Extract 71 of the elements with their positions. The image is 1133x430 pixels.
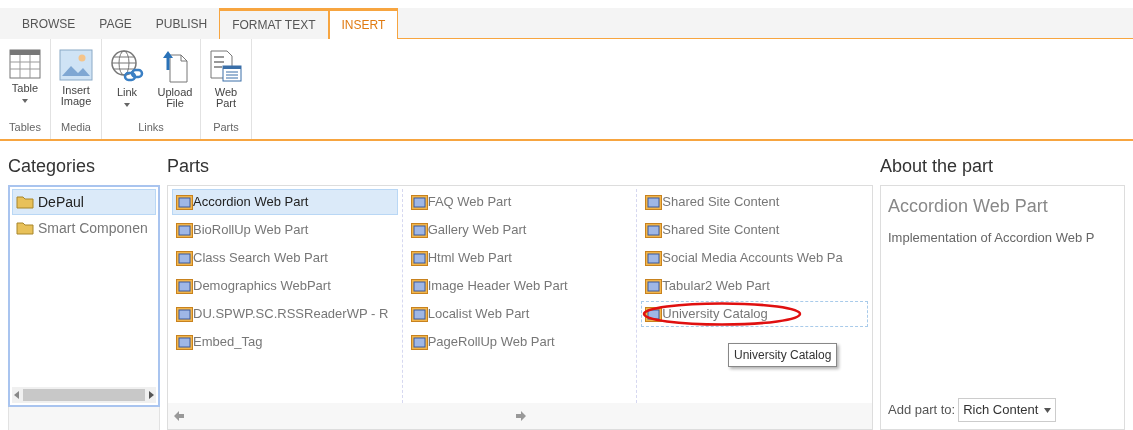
part-item[interactable]: BioRollUp Web Part: [172, 217, 398, 243]
web-part-icon: [410, 250, 428, 266]
web-part-icon: [176, 222, 193, 238]
part-item[interactable]: Shared Site Content: [641, 217, 868, 243]
web-part-icon: [410, 222, 428, 238]
dropdown-caret-icon: [22, 99, 28, 103]
part-item[interactable]: Demographics WebPart: [172, 273, 398, 299]
ribbon-button[interactable]: Table: [6, 49, 44, 119]
web-part-icon: [645, 250, 663, 266]
part-item[interactable]: PageRollUp Web Part: [406, 329, 633, 355]
part-item[interactable]: Accordion Web Part: [172, 189, 398, 215]
part-item[interactable]: Social Media Accounts Web Pa: [641, 245, 868, 271]
categories-heading: Categories: [8, 155, 97, 178]
web-part-icon: [410, 194, 428, 210]
ribbon-tab[interactable]: PUBLISH: [143, 8, 220, 39]
web-part-icon: [209, 49, 243, 83]
web-part-icon: [410, 334, 428, 350]
table-icon: [9, 49, 41, 79]
web-part-icon: [176, 194, 193, 210]
part-item[interactable]: Tabular2 Web Part: [641, 273, 868, 299]
ribbon-tab[interactable]: PAGE: [87, 8, 144, 39]
tooltip: University Catalog: [728, 343, 838, 367]
web-part-icon: [176, 334, 193, 350]
ribbon-button[interactable]: Upload File: [156, 49, 194, 119]
part-item[interactable]: DU.SPWP.SC.RSSReaderWP - R: [172, 301, 398, 327]
part-item[interactable]: FAQ Web Part: [406, 189, 633, 215]
upload-file-icon: [161, 49, 189, 83]
web-part-icon: [176, 278, 193, 294]
folder-icon: [16, 221, 34, 235]
category-item[interactable]: Smart Componen: [12, 215, 156, 241]
part-item[interactable]: Shared Site Content: [641, 189, 868, 215]
folder-icon: [16, 195, 34, 209]
ribbon-group-label: Tables: [9, 119, 41, 135]
dropdown-caret-icon: [124, 103, 130, 107]
ribbon-button[interactable]: Web Part: [207, 49, 245, 119]
web-part-icon: [410, 306, 428, 322]
scroll-left-icon[interactable]: [14, 391, 19, 399]
part-name: Accordion Web Part: [888, 195, 1049, 218]
scroll-right-icon[interactable]: [149, 391, 154, 399]
part-item[interactable]: Html Web Part: [406, 245, 633, 271]
part-item[interactable]: Gallery Web Part: [406, 217, 633, 243]
about-heading: About the part: [880, 155, 995, 178]
web-part-icon: [410, 278, 428, 294]
add-part-label: Add part to:: [888, 401, 956, 420]
parts-heading: Parts: [167, 155, 210, 178]
part-item[interactable]: Embed_Tag: [172, 329, 398, 355]
parts-scrollbar[interactable]: [168, 403, 872, 429]
web-part-icon: [645, 278, 663, 294]
image-icon: [59, 49, 93, 81]
ribbon-group-label: Parts: [213, 119, 239, 135]
ribbon-group-label: Links: [138, 119, 164, 135]
globe-link-icon: [109, 49, 145, 83]
part-item[interactable]: University Catalog: [641, 301, 868, 327]
web-part-icon: [645, 222, 663, 238]
ribbon-button[interactable]: Link: [108, 49, 146, 119]
horizontal-scrollbar[interactable]: [12, 387, 156, 403]
part-description: Implementation of Accordion Web P: [888, 229, 1096, 247]
dropdown-caret-icon: [1044, 407, 1052, 413]
web-part-icon: [176, 306, 193, 322]
part-item[interactable]: Image Header Web Part: [406, 273, 633, 299]
ribbon-button[interactable]: Insert Image: [57, 49, 95, 119]
ribbon-tab[interactable]: INSERT: [328, 8, 399, 39]
web-part-icon: [176, 250, 193, 266]
part-item[interactable]: Class Search Web Part: [172, 245, 398, 271]
ribbon-group-label: Media: [61, 119, 91, 135]
zone-dropdown[interactable]: Rich Content: [958, 398, 1057, 422]
category-item[interactable]: DePaul: [12, 189, 156, 215]
part-item[interactable]: Localist Web Part: [406, 301, 633, 327]
ribbon-tab[interactable]: BROWSE: [10, 8, 88, 39]
web-part-icon: [645, 194, 663, 210]
scroll-left-icon[interactable]: [174, 411, 184, 421]
